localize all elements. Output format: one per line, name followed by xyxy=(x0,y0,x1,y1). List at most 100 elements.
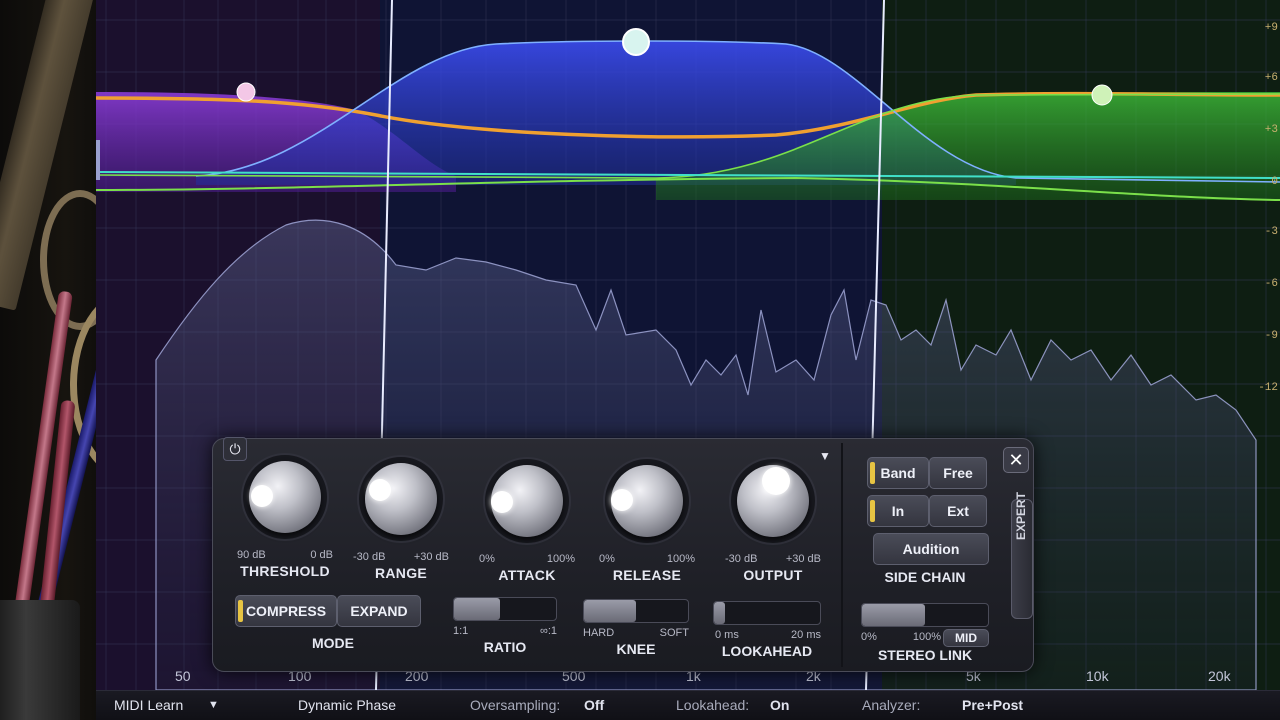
high-band-node xyxy=(1091,84,1113,106)
knob-range: 0% 100% xyxy=(479,553,575,565)
stereo-link-fill xyxy=(862,604,925,626)
lookahead-slider[interactable] xyxy=(713,601,821,625)
stereo-link-max: 100% xyxy=(912,631,941,643)
db-tick-label: 0 xyxy=(1271,176,1278,188)
band-button[interactable]: Band xyxy=(867,457,929,489)
db-tick-label: -12 xyxy=(1258,382,1278,394)
db-tick-label: -6 xyxy=(1264,278,1278,290)
knob-min: 90 dB xyxy=(237,549,266,561)
sidechain-input-selector: In Ext xyxy=(867,495,987,527)
ratio-label: RATIO xyxy=(483,639,527,655)
expert-label: EXPERT xyxy=(1014,491,1028,540)
sidechain-source-selector: Band Free xyxy=(867,457,987,489)
release-knob[interactable]: 0% 100% RELEASE xyxy=(599,449,695,583)
close-icon: ✕ xyxy=(1008,450,1024,470)
knob-indicator xyxy=(369,479,391,501)
knob-indicator xyxy=(251,485,273,507)
panel-divider xyxy=(841,443,843,667)
ext-button[interactable]: Ext xyxy=(929,495,987,527)
analyzer-value[interactable]: Pre+Post xyxy=(962,697,1023,713)
knee-label: KNEE xyxy=(616,641,656,657)
knob-max: +30 dB xyxy=(785,553,821,565)
db-tick-label: -9 xyxy=(1264,330,1278,342)
knob-min: -30 dB xyxy=(353,551,386,563)
db-tick-label: +9 xyxy=(1264,22,1278,34)
expand-button[interactable]: EXPAND xyxy=(337,595,421,627)
knob-max: +30 dB xyxy=(413,551,449,563)
knob-label: THRESHOLD xyxy=(240,563,330,579)
lookahead-setting-value[interactable]: On xyxy=(770,697,789,713)
sidechain-label: SIDE CHAIN xyxy=(884,569,966,585)
knob-max: 0 dB xyxy=(310,549,333,561)
lookahead-fill xyxy=(714,602,725,624)
knob-range: 90 dB 0 dB xyxy=(237,549,333,561)
stereo-link-mode-button[interactable]: MID xyxy=(943,629,989,647)
pen-cup-decoration xyxy=(0,600,80,720)
knob-indicator xyxy=(611,489,633,511)
lookahead-setting-label: Lookahead: xyxy=(676,697,750,713)
band-panel: ⏻ ▼ 90 dB 0 dB THRESHOLD -30 dB +30 dB R… xyxy=(212,437,1034,672)
free-button[interactable]: Free xyxy=(929,457,987,489)
analyzer-label: Analyzer: xyxy=(862,697,921,713)
range-knob[interactable]: -30 dB +30 dB RANGE xyxy=(353,447,449,581)
knob-label: RELEASE xyxy=(612,567,682,583)
knob-range: 0% 100% xyxy=(599,553,695,565)
knee-slider[interactable] xyxy=(583,599,689,623)
knob-min: -30 dB xyxy=(725,553,758,565)
attack-knob[interactable]: 0% 100% ATTACK xyxy=(479,449,575,583)
knob-label: OUTPUT xyxy=(743,567,803,583)
frequency-tick-label: 10k xyxy=(1086,668,1109,684)
ratio-max: ∞:1 xyxy=(539,625,557,637)
knob-range: -30 dB +30 dB xyxy=(725,553,821,565)
knee-range: HARD SOFT xyxy=(583,627,689,639)
knob-max: 100% xyxy=(546,553,575,565)
ratio-fill xyxy=(454,598,500,620)
close-panel-button[interactable]: ✕ xyxy=(1003,447,1029,473)
app-root: +9 +6 +3 0 -3 -6 -9 -12 50 100 200 500 1k 2k 5k 10k 20k… xyxy=(0,0,1280,720)
lookahead-range: 0 ms 20 ms xyxy=(715,629,821,641)
knob-min: 0% xyxy=(599,553,615,565)
frequency-tick-label: 20k xyxy=(1208,668,1231,684)
knee-min: HARD xyxy=(583,627,615,639)
mode-label: MODE xyxy=(312,635,354,651)
mid-band-node xyxy=(622,28,650,56)
knob-range: -30 dB +30 dB xyxy=(353,551,449,563)
chevron-down-icon[interactable]: ▼ xyxy=(208,699,219,711)
stereo-link-min: 0% xyxy=(861,631,877,643)
knob-indicator xyxy=(491,491,513,513)
knob-label: RANGE xyxy=(374,565,428,581)
oversampling-value[interactable]: Off xyxy=(584,697,604,713)
frequency-tick-label: 50 xyxy=(175,668,191,684)
knob-indicator xyxy=(762,467,790,495)
knob-label: ATTACK xyxy=(498,567,556,583)
ratio-slider[interactable] xyxy=(453,597,557,621)
low-band-node xyxy=(236,82,256,102)
lookahead-min: 0 ms xyxy=(715,629,739,641)
screen-edge-marker xyxy=(96,140,100,180)
desk-background xyxy=(0,0,190,720)
lookahead-max: 20 ms xyxy=(791,629,821,641)
output-knob[interactable]: -30 dB +30 dB OUTPUT xyxy=(725,449,821,583)
mode-selector: COMPRESS EXPAND xyxy=(235,595,421,627)
db-tick-label: -3 xyxy=(1264,226,1278,238)
stereo-link-label: STEREO LINK xyxy=(877,647,973,663)
compress-button[interactable]: COMPRESS xyxy=(235,595,337,627)
in-button[interactable]: In xyxy=(867,495,929,527)
db-tick-label: +6 xyxy=(1264,72,1278,84)
expert-tab[interactable]: EXPERT xyxy=(1011,492,1033,619)
stereo-link-slider[interactable] xyxy=(861,603,989,627)
knob-max: 100% xyxy=(666,553,695,565)
knob-min: 0% xyxy=(479,553,495,565)
stereo-link-range: 0% 100% xyxy=(861,631,941,643)
ratio-min: 1:1 xyxy=(453,625,469,637)
oversampling-label: Oversampling: xyxy=(470,697,561,713)
ratio-range: 1:1 ∞:1 xyxy=(453,625,557,637)
phase-mode-selector[interactable]: Dynamic Phase xyxy=(298,697,396,713)
knee-max: SOFT xyxy=(659,627,689,639)
db-tick-label: +3 xyxy=(1264,124,1278,136)
midi-learn-button[interactable]: MIDI Learn xyxy=(114,697,183,713)
threshold-knob[interactable]: 90 dB 0 dB THRESHOLD xyxy=(237,445,333,579)
audition-button[interactable]: Audition xyxy=(873,533,989,565)
bottom-bar: MIDI Learn ▼ Dynamic Phase Oversampling:… xyxy=(96,690,1280,720)
lookahead-label: LOOKAHEAD xyxy=(721,643,813,659)
